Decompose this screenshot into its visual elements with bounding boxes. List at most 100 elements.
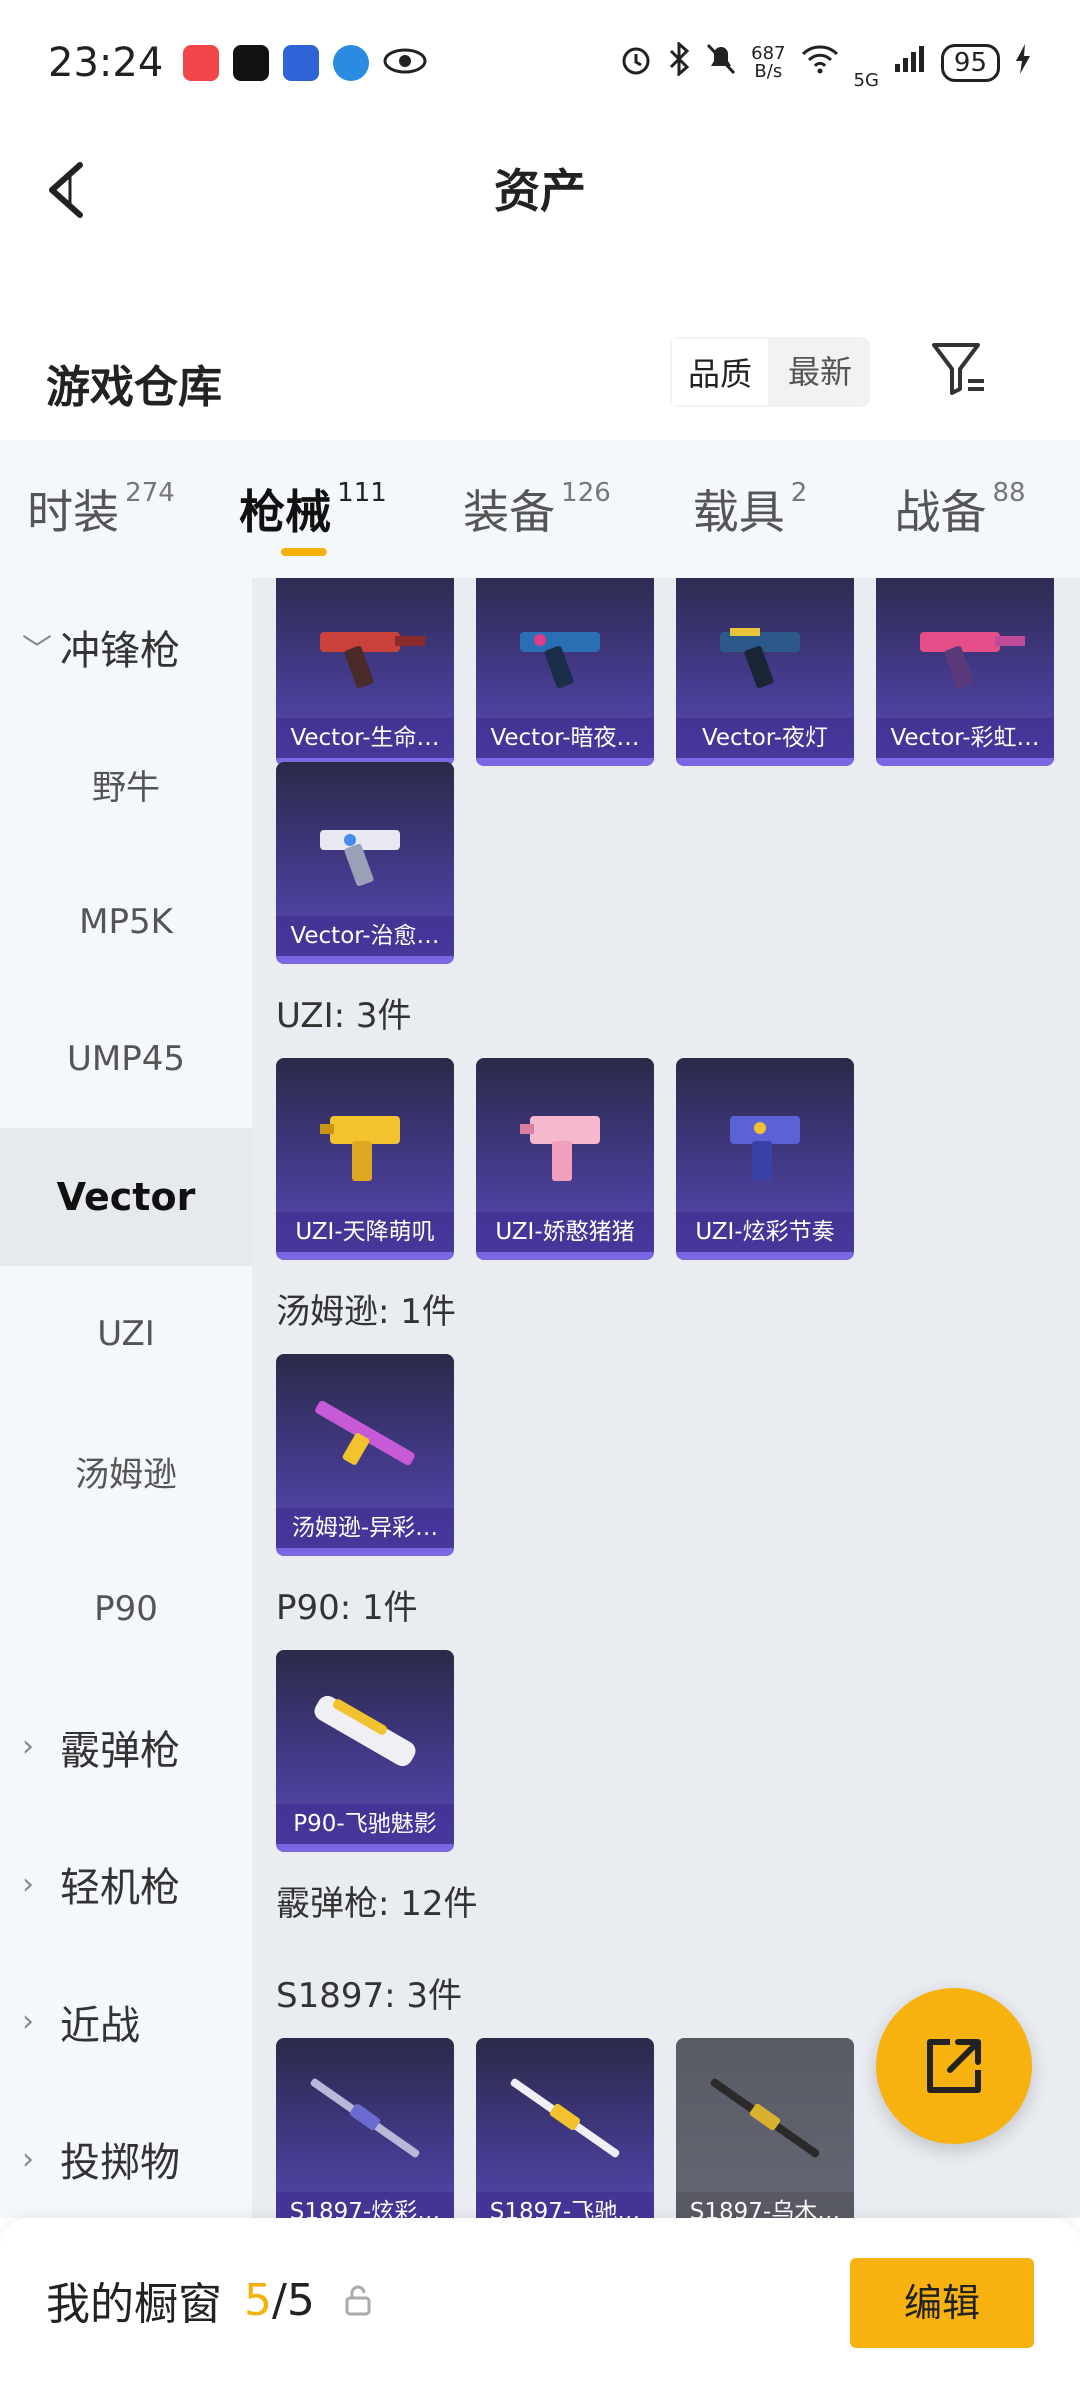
status-bar: 23:24 687 B/s 5G 95 (0, 0, 1080, 125)
sidebar-item-uzi[interactable]: UZI (0, 1266, 252, 1404)
sort-option-quality[interactable]: 品质 (670, 337, 770, 407)
rarity-bar (276, 1548, 454, 1556)
charging-icon (1014, 43, 1032, 82)
skin-name: S1897-炫彩… (276, 2192, 454, 2218)
tab-vehicles[interactable]: 载具 2 (650, 440, 850, 578)
vector-gun-icon (720, 628, 800, 689)
vector-gun-icon (520, 632, 600, 689)
rarity-bar (276, 1252, 454, 1260)
section-label-thompson: 汤姆逊: 1件 (276, 1292, 456, 1332)
browser-app-icon (333, 44, 370, 81)
skin-card[interactable]: 汤姆逊-异彩… (276, 1354, 454, 1556)
rarity-bar (676, 758, 854, 766)
uzi-gun-icon (520, 1116, 600, 1181)
title-bar: 资产 (0, 125, 1080, 250)
shotgun-icon (710, 2078, 820, 2158)
filter-button[interactable] (928, 337, 992, 401)
warehouse-title: 游戏仓库 (46, 361, 222, 413)
skin-card[interactable]: S1897-炫彩… (276, 2038, 454, 2218)
skin-card[interactable]: UZI-娇憨猪猪 (476, 1058, 654, 1260)
showcase-count: 5/5 (244, 2275, 315, 2326)
sidebar-item-ump45[interactable]: UMP45 (0, 991, 252, 1129)
tab-count: 111 (337, 478, 387, 508)
tab-firearms[interactable]: 枪械 111 (202, 440, 424, 578)
skin-card[interactable]: Vector-生命… (276, 578, 454, 766)
sidebar-item-thompson[interactable]: 汤姆逊 (0, 1403, 252, 1541)
sidebar-item-bizon[interactable]: 野牛 (0, 716, 252, 854)
skin-name: Vector-夜灯 (676, 718, 854, 758)
share-button[interactable] (876, 1988, 1032, 2144)
back-button[interactable] (40, 155, 100, 225)
skin-card[interactable]: P90-飞驰魅影 (276, 1650, 454, 1852)
sidebar-item-p90[interactable]: P90 (0, 1541, 252, 1679)
skin-name: S1897-乌木… (676, 2192, 854, 2218)
skin-card[interactable]: Vector-暗夜… (476, 578, 654, 766)
skin-name: Vector-治愈… (276, 916, 454, 956)
rarity-bar (476, 1252, 654, 1260)
sidebar-item-label: 冲锋枪 (60, 627, 180, 674)
eye-icon (383, 46, 427, 80)
edit-button[interactable]: 编辑 (850, 2258, 1034, 2348)
signal-icon (893, 44, 927, 81)
filter-icon (932, 343, 984, 395)
sidebar-item-label: 轻机枪 (60, 1865, 180, 1912)
chevron-right-icon: › (22, 1729, 34, 1765)
section-label-uzi: UZI: 3件 (276, 996, 412, 1036)
skin-card[interactable]: S1897-乌木… (676, 2038, 854, 2218)
tab-count: 88 (992, 478, 1026, 508)
p90-gun-icon (314, 1695, 416, 1767)
sidebar-item-throwables[interactable]: › 投掷物 (0, 2091, 252, 2229)
sidebar-item-shotgun[interactable]: › 霰弹枪 (0, 1678, 252, 1816)
soul-app-icon (233, 44, 270, 81)
weapon-grid: Vector-生命… Vector-暗夜… Vector-夜灯 Vector-彩… (252, 578, 1080, 2218)
skin-card[interactable]: UZI-炫彩节奏 (676, 1058, 854, 1260)
share-icon (927, 2039, 981, 2093)
category-tabs: 时装 274 枪械 111 装备 126 载具 2 战备 88 (0, 440, 1080, 578)
section-label-p90: P90: 1件 (276, 1588, 418, 1628)
tab-label: 战备 (894, 485, 987, 539)
sidebar-item-label: 投掷物 (60, 2140, 180, 2187)
tab-fashion[interactable]: 时装 274 (0, 440, 202, 578)
sidebar-item-mp5k[interactable]: MP5K (0, 853, 252, 991)
network-speed: 687 B/s (751, 42, 786, 81)
lock-icon (343, 2283, 373, 2317)
skin-name: UZI-炫彩节奏 (676, 1212, 854, 1252)
battery-level: 95 (940, 43, 1000, 82)
skin-name: Vector-生命… (276, 718, 454, 758)
sidebar-item-lmg[interactable]: › 轻机枪 (0, 1816, 252, 1954)
sidebar-item-smg[interactable]: ﹀ 冲锋枪 (0, 578, 252, 716)
skin-card[interactable]: S1897-飞驰… (476, 2038, 654, 2218)
sort-toggle: 品质 最新 (670, 337, 870, 407)
status-time: 23:24 (48, 39, 164, 86)
skin-card[interactable]: UZI-天降萌叽 (276, 1058, 454, 1260)
speed-value: 687 (751, 42, 786, 64)
chevron-right-icon: › (22, 1866, 34, 1902)
warehouse-header: 游戏仓库 品质 最新 (0, 325, 1080, 440)
sidebar-item-melee[interactable]: › 近战 (0, 1953, 252, 2091)
sidebar-item-vector[interactable]: Vector (0, 1128, 252, 1266)
skin-name: UZI-天降萌叽 (276, 1212, 454, 1252)
vector-gun-icon (320, 632, 425, 689)
alarm-icon (619, 42, 653, 83)
tab-label: 枪械 (239, 485, 332, 539)
active-tab-indicator (280, 548, 327, 556)
section-label-s1897: S1897: 3件 (276, 1976, 463, 2016)
skin-card[interactable]: Vector-夜灯 (676, 578, 854, 766)
back-arrow-icon (49, 162, 83, 218)
tab-count: 2 (790, 478, 808, 508)
uzi-gun-icon (730, 1116, 800, 1181)
network-type: 5G (853, 70, 879, 91)
skin-card[interactable]: Vector-治愈… (276, 762, 454, 964)
tab-equipment[interactable]: 装备 126 (424, 440, 650, 578)
chevron-right-icon: › (22, 2141, 34, 2177)
thompson-gun-icon (315, 1400, 415, 1466)
tab-supplies[interactable]: 战备 88 (850, 440, 1070, 578)
mute-icon (705, 42, 737, 83)
chevron-down-icon: ﹀ (22, 632, 52, 668)
showcase-separator: / (272, 2274, 287, 2326)
skin-card[interactable]: Vector-彩虹… (876, 578, 1054, 766)
rarity-bar (476, 758, 654, 766)
rarity-bar (676, 1252, 854, 1260)
sort-option-newest[interactable]: 最新 (770, 337, 870, 407)
showcase-current: 5 (244, 2274, 272, 2326)
